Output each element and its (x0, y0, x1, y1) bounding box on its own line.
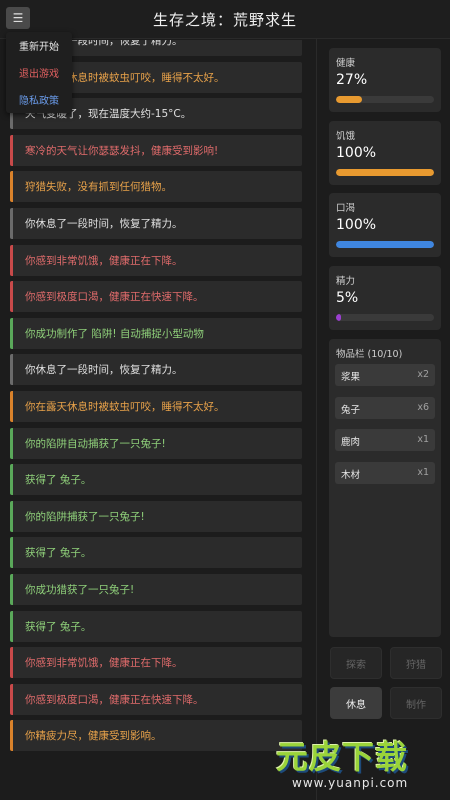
stat-bar (336, 313, 434, 321)
stat-value: 5% (336, 289, 359, 306)
log-message: 你感到极度口渴，健康正在快速下降。 (10, 281, 302, 313)
log-message: 狩猎失败，没有抓到任何猎物。 (10, 171, 302, 203)
log-message: 你精疲力尽，健康受到影响。 (10, 720, 302, 752)
stat-label: 精力 (336, 275, 356, 287)
stat-label: 饥饿 (336, 130, 356, 142)
stat-value: 100% (336, 217, 377, 233)
inventory-item[interactable]: 浆果 x2 (335, 364, 435, 386)
stat-value: 27% (336, 72, 368, 88)
inventory-item-name: 兔子 (341, 404, 361, 416)
stat-bar-fill (336, 313, 341, 321)
menu-item[interactable]: 退出游戏 (6, 59, 72, 86)
game-title: 生存之境：荒野求生 (152, 11, 297, 29)
stat-health: 健康 27% (329, 48, 441, 112)
log-message: 你感到非常饥饿，健康正在下降。 (10, 647, 302, 679)
log-message: 获得了 兔子。 (10, 610, 302, 642)
rest-button[interactable]: 休息 (330, 687, 382, 719)
stat-bar (336, 241, 434, 248)
stat-value: 100% (336, 144, 377, 161)
log-message: 获得了 兔子。 (10, 537, 302, 569)
log-message: 你成功猎获了一只兔子! (10, 574, 302, 605)
stat-bar-fill (336, 168, 434, 176)
log-message: 你成功制作了 陷阱! 自动捕捉小型动物 (10, 317, 302, 349)
inventory-item-qty: x1 (417, 434, 429, 445)
log-message: 寒冷的天气让你瑟瑟发抖，健康受到影响! (10, 134, 302, 166)
inventory-item-name: 浆果 (341, 372, 361, 383)
log-message: 获得了 兔子。 (10, 464, 302, 496)
stat-bar-fill (336, 241, 434, 248)
log-message: 你休息了一段时间，恢复了精力。 (10, 354, 302, 386)
log-message: 你感到非常饥饿，健康正在下降。 (10, 244, 302, 276)
inventory-item-name: 木材 (341, 469, 361, 481)
log-message: 你在露天休息时被蚊虫叮咬，睡得不太好。 (10, 391, 302, 422)
log-message: 你休息了一段时间，恢复了精力。 (10, 208, 302, 239)
main-menu-dropdown: 重新开始 退出游戏 隐私政策 (6, 32, 72, 113)
stat-energy: 精力 5% (329, 265, 441, 330)
log-message: 你的陷阱捕获了一只兔子! (10, 500, 302, 532)
stat-bar-fill (336, 96, 363, 103)
watermark-url: www.yuanpi.com (292, 776, 409, 790)
inventory-item-qty: x1 (417, 466, 429, 478)
stat-bar (336, 96, 434, 103)
inventory-item-qty: x6 (417, 401, 429, 413)
craft-button[interactable]: 制作 (390, 687, 442, 719)
inventory-item[interactable]: 兔子 x6 (335, 396, 435, 419)
log-message: 你感到极度口渴，健康正在快速下降。 (10, 683, 302, 715)
inventory-item[interactable]: 鹿肉 x1 (335, 429, 435, 451)
stat-label: 口渴 (336, 203, 356, 214)
menu-item[interactable]: 隐私政策 (6, 86, 72, 113)
stat-label: 健康 (336, 58, 356, 69)
stat-hunger: 饥饿 100% (329, 120, 441, 185)
log-message: 你的陷阱自动捕获了一只兔子! (10, 427, 302, 459)
menu-item[interactable]: 重新开始 (6, 32, 72, 59)
stat-thirst: 口渴 100% (329, 193, 441, 257)
inventory-item-qty: x2 (417, 369, 429, 380)
hunt-button[interactable]: 狩猎 (390, 647, 442, 679)
inventory-item-name: 鹿肉 (341, 437, 361, 448)
panel-divider (316, 38, 317, 800)
explore-button[interactable]: 探索 (330, 647, 382, 679)
inventory-panel: 物品栏 (10/10) 浆果 x2 兔子 x6 鹿肉 x1 木材 x1 (329, 339, 441, 637)
stat-bar (336, 168, 434, 176)
inventory-title: 物品栏 (10/10) (336, 349, 403, 360)
inventory-item[interactable]: 木材 x1 (335, 461, 435, 484)
event-log[interactable]: 你休息了一段时间，恢复了精力。 你在露天休息时被蚊虫叮咬，睡得不太好。 天气变暖了，… (10, 40, 302, 800)
